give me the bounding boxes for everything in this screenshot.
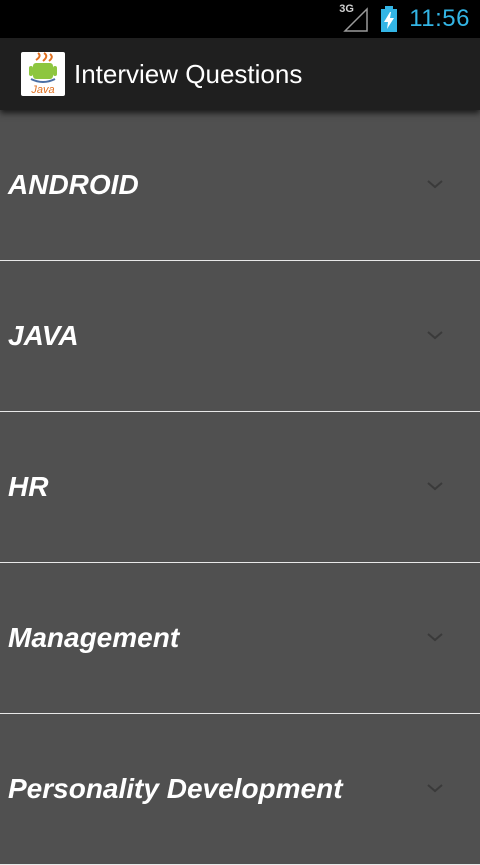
chevron-down-icon: [427, 482, 443, 491]
list-item-label: JAVA: [8, 320, 79, 351]
status-clock: 11:56: [409, 5, 470, 32]
list-item-android[interactable]: ANDROID: [0, 110, 480, 261]
app-icon-text: Java: [30, 84, 54, 96]
signal-icon: 3G: [339, 3, 369, 33]
status-bar: 3G 11:56: [0, 0, 480, 38]
chevron-down-icon: [427, 784, 443, 793]
category-list: ANDROID JAVA HR Management Personality D…: [0, 110, 480, 865]
list-item-hr[interactable]: HR: [0, 412, 480, 563]
status-icons: 3G 11:56: [339, 0, 470, 38]
chevron-down-icon: [427, 180, 443, 189]
app-title: Interview Questions: [74, 59, 303, 89]
list-item-label: Management: [8, 622, 180, 653]
list-item-personality-development[interactable]: Personality Development: [0, 714, 480, 865]
battery-charging-icon: [379, 5, 399, 33]
network-type-label: 3G: [339, 3, 354, 15]
list-item-java[interactable]: JAVA: [0, 261, 480, 412]
list-item-label: HR: [8, 471, 49, 502]
list-item-label: ANDROID: [8, 169, 139, 200]
list-item-management[interactable]: Management: [0, 563, 480, 714]
chevron-down-icon: [427, 331, 443, 340]
chevron-down-icon: [427, 633, 443, 642]
java-logo-icon[interactable]: Java: [21, 52, 65, 96]
action-bar: Java Interview Questions: [0, 38, 480, 110]
list-item-label: Personality Development: [8, 773, 343, 804]
